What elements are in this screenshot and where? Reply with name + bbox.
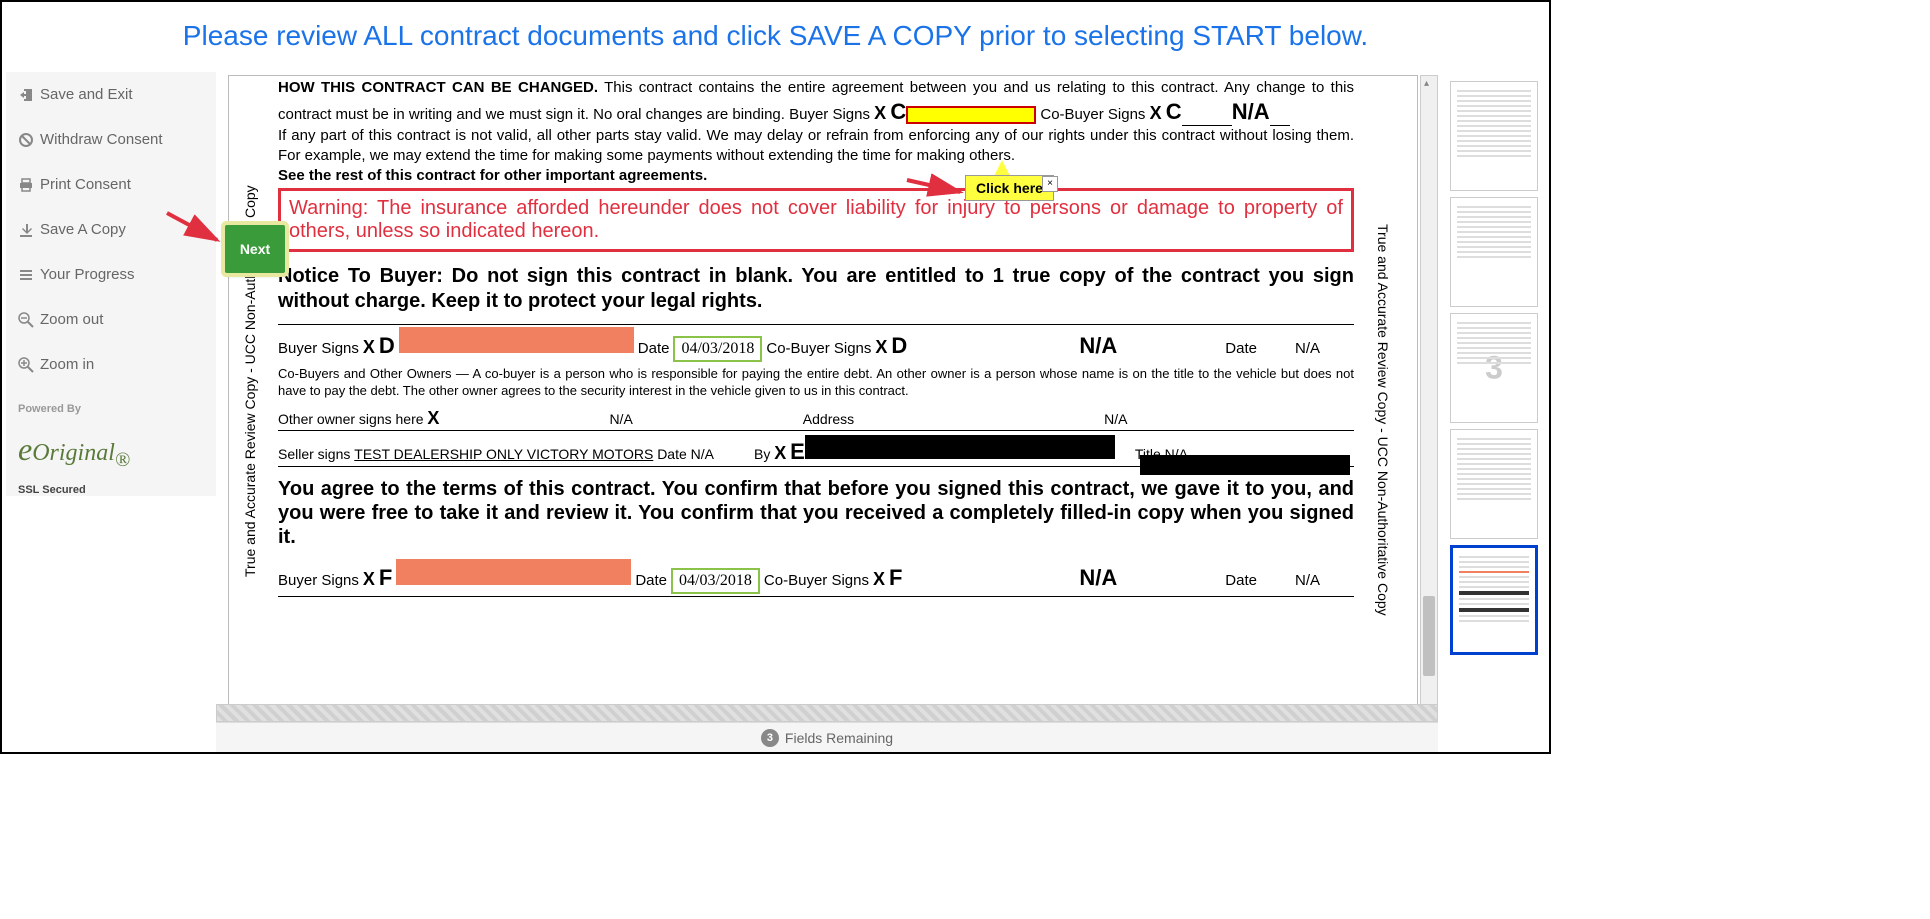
buyer-sign-d-field[interactable] xyxy=(399,327,634,353)
print-icon xyxy=(18,177,34,193)
zoom-in-icon xyxy=(18,357,34,373)
ban-icon xyxy=(18,132,34,148)
date-f: 04/03/2018 xyxy=(671,568,760,594)
save-and-exit[interactable]: Save and Exit xyxy=(6,72,216,117)
address-redacted xyxy=(1140,455,1350,475)
page-thumb-2[interactable] xyxy=(1450,197,1538,307)
click-here-close[interactable]: × xyxy=(1042,176,1058,192)
vertical-scrollbar[interactable]: ▴ ▾ xyxy=(1420,75,1438,715)
watermark-right: True and Accurate Review Copy - UCC Non-… xyxy=(1371,170,1391,670)
cobuyer-d-date-na: N/A xyxy=(1295,340,1320,357)
zoom-in-label: Zoom in xyxy=(40,356,94,373)
your-progress[interactable]: Your Progress xyxy=(6,252,216,297)
see-rest: See the rest of this contract for other … xyxy=(278,167,1354,184)
zoom-in[interactable]: Zoom in xyxy=(6,342,216,387)
footer-bar: 3 Fields Remaining xyxy=(216,722,1438,752)
if-any-paragraph: If any part of this contract is not vali… xyxy=(278,126,1354,165)
powered-by-label: Powered By xyxy=(6,387,216,431)
cobuyers-explain: Co-Buyers and Other Owners — A co-buyer … xyxy=(278,366,1354,400)
page-thumb-1[interactable] xyxy=(1450,81,1538,191)
list-icon xyxy=(18,267,34,283)
fields-remaining-label: Fields Remaining xyxy=(785,730,893,746)
print-consent[interactable]: Print Consent xyxy=(6,162,216,207)
warning-box: Warning: The insurance afforded hereunde… xyxy=(278,188,1354,252)
date-d: 04/03/2018 xyxy=(673,336,762,362)
save-copy-label: Save A Copy xyxy=(40,221,126,238)
review-banner: Please review ALL contract documents and… xyxy=(0,20,1551,52)
seller-date-na: N/A xyxy=(691,446,714,462)
page-thumb-3[interactable]: 3 xyxy=(1450,313,1538,423)
buyer-sign-f-field[interactable] xyxy=(396,559,631,585)
scroll-up-icon[interactable]: ▴ xyxy=(1424,78,1434,88)
warning-text: Warning: The insurance afforded hereunde… xyxy=(289,197,1343,243)
page-thumb-5[interactable] xyxy=(1450,545,1538,655)
buyer-sign-c-field[interactable] xyxy=(906,106,1036,124)
arrow-red-to-clickhere xyxy=(905,170,975,200)
arrow-red-to-next xyxy=(162,205,232,255)
page-thumb-4[interactable] xyxy=(1450,429,1538,539)
other-owner-na: N/A xyxy=(609,411,632,427)
seller-name: TEST DEALERSHIP ONLY VICTORY MOTORS xyxy=(354,446,653,462)
click-here-pointer xyxy=(994,160,1010,176)
scroll-thumb[interactable] xyxy=(1423,596,1435,676)
save-exit-label: Save and Exit xyxy=(40,86,133,103)
horizontal-scrollbar[interactable] xyxy=(216,704,1438,722)
by-redacted xyxy=(805,435,1115,459)
zoom-out-icon xyxy=(18,312,34,328)
cobuyer-f-na: N/A xyxy=(1079,565,1117,591)
cobuyer-d-na: N/A xyxy=(1079,333,1117,359)
cobuyer-c-na: N/A xyxy=(1232,99,1270,124)
buyer-f-row: Buyer Signs X F Date 04/03/2018 Co-Buyer… xyxy=(278,559,1354,597)
buyer-d-row: Buyer Signs X D Date 04/03/2018 Co-Buyer… xyxy=(278,324,1354,362)
fields-remaining-count: 3 xyxy=(761,729,779,747)
withdraw-consent[interactable]: Withdraw Consent xyxy=(6,117,216,162)
sidebar: Save and Exit Withdraw Consent Print Con… xyxy=(6,72,216,496)
download-icon xyxy=(18,222,34,238)
how-changed-paragraph: HOW THIS CONTRACT CAN BE CHANGED. This c… xyxy=(278,78,1354,126)
address-na: N/A xyxy=(1104,411,1127,427)
contract-content: HOW THIS CONTRACT CAN BE CHANGED. This c… xyxy=(278,78,1354,597)
ssl-label: SSL Secured xyxy=(6,484,216,496)
click-here-tooltip[interactable]: Click here xyxy=(965,175,1054,201)
eoriginal-logo: eOriginal® xyxy=(6,431,216,484)
how-heading: HOW THIS CONTRACT CAN BE CHANGED. xyxy=(278,79,598,96)
exit-icon xyxy=(18,87,34,103)
withdraw-label: Withdraw Consent xyxy=(40,131,163,148)
agree-paragraph: You agree to the terms of this contract.… xyxy=(278,477,1354,549)
zoom-out-label: Zoom out xyxy=(40,311,103,328)
print-label: Print Consent xyxy=(40,176,131,193)
notice-to-buyer: Notice To Buyer: Do not sign this contra… xyxy=(278,264,1354,314)
cobuyer-f-date-na: N/A xyxy=(1295,572,1320,589)
zoom-out[interactable]: Zoom out xyxy=(6,297,216,342)
other-owner-row: Other owner signs here X N/A Address N/A xyxy=(278,408,1354,431)
thumbnail-panel: 3 xyxy=(1444,75,1544,715)
next-button[interactable]: Next xyxy=(225,225,285,273)
progress-label: Your Progress xyxy=(40,266,135,283)
